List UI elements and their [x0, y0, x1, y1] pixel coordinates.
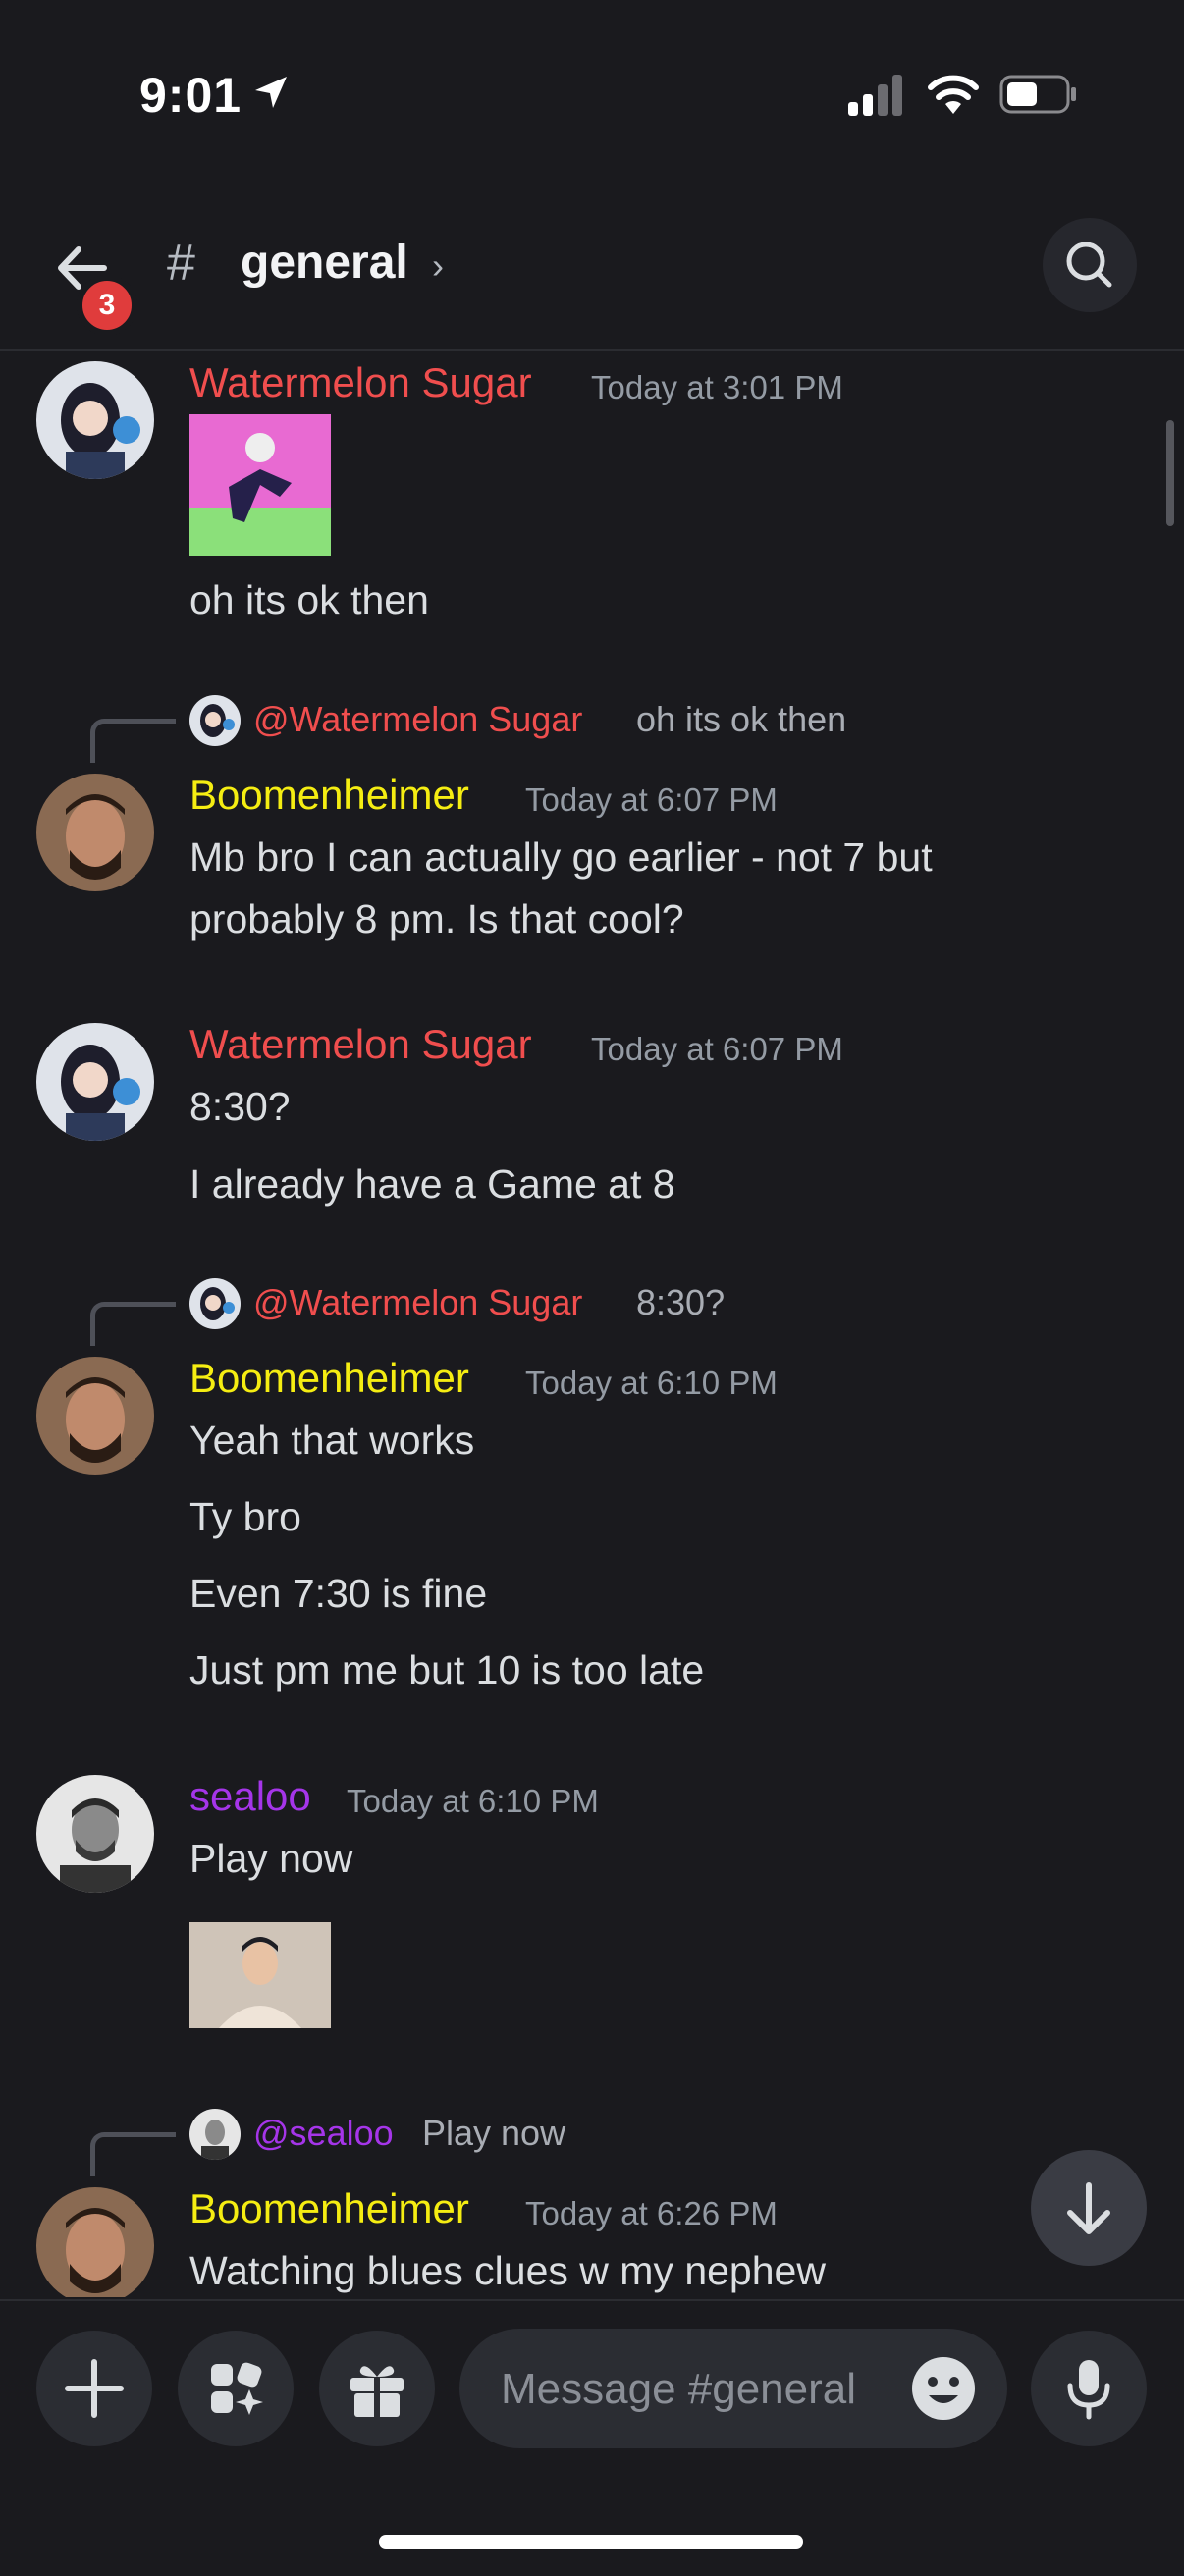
- microphone-icon: [1067, 2360, 1110, 2420]
- reply-mention[interactable]: @Watermelon Sugar: [253, 699, 582, 740]
- voice-message-button[interactable]: [1031, 2331, 1147, 2446]
- image-attachment[interactable]: [189, 1922, 331, 2028]
- reply-avatar: [189, 2109, 241, 2160]
- avatar-boomenheimer[interactable]: [36, 774, 154, 891]
- plus-icon: [65, 2359, 124, 2418]
- message-author[interactable]: Boomenheimer: [189, 1355, 469, 1402]
- reply-mention[interactable]: @sealoo: [253, 2113, 394, 2154]
- reply-mention[interactable]: @Watermelon Sugar: [253, 1282, 582, 1323]
- home-indicator[interactable]: [379, 2535, 803, 2549]
- message-author[interactable]: Boomenheimer: [189, 772, 469, 819]
- gift-button[interactable]: [319, 2331, 435, 2446]
- reply-preview[interactable]: 8:30?: [636, 1282, 725, 1323]
- message-author[interactable]: Watermelon Sugar: [189, 359, 532, 406]
- message-timestamp: Today at 3:01 PM: [591, 369, 843, 405]
- emoji-icon[interactable]: [909, 2354, 978, 2423]
- avatar-watermelon-sugar[interactable]: [36, 361, 154, 479]
- message-input[interactable]: [499, 2329, 895, 2450]
- message-text: oh its ok then: [189, 577, 429, 622]
- message-text: Yeah that works: [189, 1418, 475, 1463]
- avatar-sealoo[interactable]: [36, 1775, 154, 1893]
- message-text: Ty bro: [189, 1494, 301, 1539]
- reply-preview[interactable]: oh its ok then: [636, 699, 846, 740]
- arrow-down-icon: [1067, 2182, 1110, 2234]
- gif-attachment[interactable]: [189, 414, 331, 556]
- reply-preview[interactable]: Play now: [422, 2113, 565, 2154]
- message-text: Even 7:30 is fine: [189, 1571, 488, 1616]
- message-text: Watching blues clues w my nephew: [189, 2248, 826, 2293]
- message-text: 8:30?: [189, 1084, 291, 1129]
- jump-to-bottom-button[interactable]: [1031, 2150, 1147, 2266]
- message-timestamp: Today at 6:10 PM: [347, 1783, 599, 1819]
- reply-connector: [90, 2132, 176, 2176]
- message-list: Watermelon Sugar Today at 3:01 PM oh its…: [0, 0, 1184, 2297]
- avatar-watermelon-sugar[interactable]: [36, 1023, 154, 1141]
- message-timestamp: Today at 6:10 PM: [525, 1365, 778, 1401]
- message-author[interactable]: Watermelon Sugar: [189, 1021, 532, 1068]
- apps-icon: [211, 2362, 263, 2415]
- message-timestamp: Today at 6:26 PM: [525, 2195, 778, 2231]
- add-attachment-button[interactable]: [36, 2331, 152, 2446]
- message-text: I already have a Game at 8: [189, 1161, 675, 1207]
- reply-avatar: [189, 1278, 241, 1329]
- message-timestamp: Today at 6:07 PM: [591, 1031, 843, 1067]
- message-author[interactable]: Boomenheimer: [189, 2185, 469, 2232]
- message-timestamp: Today at 6:07 PM: [525, 781, 778, 818]
- reply-connector: [90, 1302, 176, 1346]
- message-text: Mb bro I can actually go earlier - not 7…: [189, 834, 933, 880]
- gift-icon: [350, 2366, 404, 2417]
- reply-avatar: [189, 695, 241, 746]
- avatar-boomenheimer[interactable]: [36, 1357, 154, 1475]
- message-text: Just pm me but 10 is too late: [189, 1647, 705, 1692]
- message-text: probably 8 pm. Is that cool?: [189, 896, 684, 941]
- apps-button[interactable]: [178, 2331, 294, 2446]
- message-text: Play now: [189, 1836, 353, 1881]
- message-input-wrapper: [459, 2329, 1007, 2450]
- message-author[interactable]: sealoo: [189, 1773, 311, 1820]
- avatar-boomenheimer[interactable]: [36, 2187, 154, 2297]
- reply-connector: [90, 719, 176, 763]
